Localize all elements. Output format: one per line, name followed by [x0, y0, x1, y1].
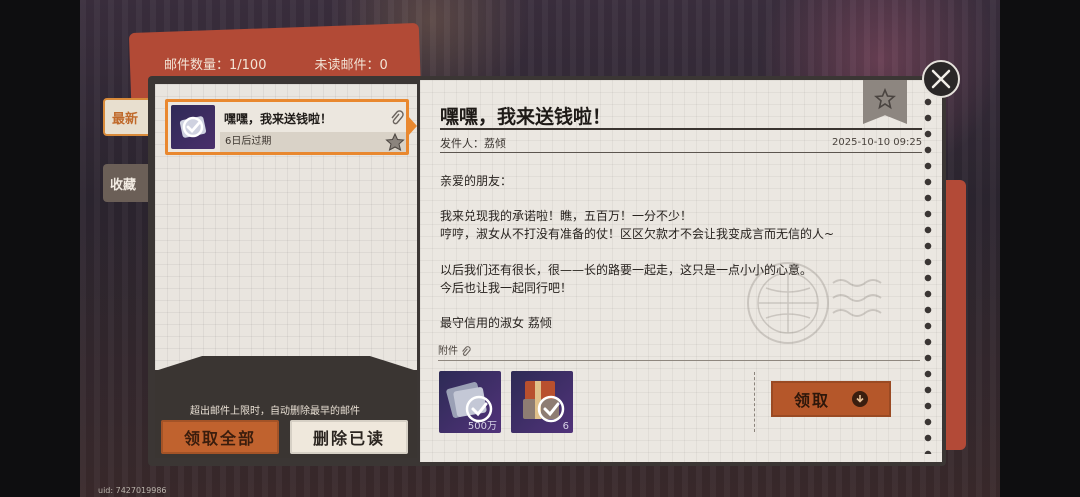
mail-list-item[interactable]: 嘿嘿，我来送钱啦！ 6日后过期 [165, 99, 417, 155]
letter-title: 嘿嘿，我来送钱啦！ [440, 106, 612, 128]
attachment-divider [438, 360, 920, 361]
attachment-separator [754, 372, 755, 432]
letter-signature: 最守信用的淑女 荔倾 [440, 316, 552, 330]
attachment-item-crate[interactable]: 6 [511, 371, 573, 433]
folder-edge [944, 180, 966, 450]
letter-greeting: 亲爱的朋友： [440, 174, 513, 188]
star-favorite-icon[interactable] [384, 132, 406, 152]
paperclip-icon [391, 110, 404, 125]
sender-divider [440, 152, 922, 153]
paperclip-icon [462, 345, 471, 356]
unread-count-label: 未读邮件：0 [314, 57, 388, 73]
mail-limit-notice: 超出邮件上限时，自动删除最早的邮件 [190, 406, 360, 417]
claim-button-label: 领取 [793, 391, 830, 410]
postmark-stamp-icon [747, 262, 882, 344]
letterbox-right [1000, 0, 1080, 497]
letter-line: 哼哼，淑女从不打没有准备的仗！区区欠款才不会让我变成言而无信的人~ [440, 227, 835, 241]
user-id: uid: 7427019986 [98, 486, 167, 495]
mail-item-title: 嘿嘿，我来送钱啦！ [224, 112, 333, 126]
letter-line: 我来兑现我的承诺啦！瞧，五百万！一分不少！ [440, 209, 693, 223]
claim-button[interactable]: 领取 [771, 381, 891, 417]
letter-line: 今后也让我一起同行吧！ [440, 281, 573, 295]
attachment-count: 500万 [467, 421, 497, 432]
attachment-count: 6 [562, 421, 569, 432]
perforation-holes [923, 94, 933, 454]
close-button[interactable] [922, 60, 960, 98]
letter-date: 2025-10-10 09:25 [832, 137, 923, 148]
attachment-label: 附件 [438, 342, 471, 357]
claim-all-button[interactable]: 领取全部 [161, 420, 279, 454]
mail-count-label: 邮件数量：1/100 [164, 57, 267, 73]
download-arrow-icon [852, 391, 868, 407]
attachment-label-text: 附件 [438, 346, 458, 357]
delete-read-button[interactable]: 删除已读 [290, 420, 408, 454]
attachment-item-coins[interactable]: 500万 [439, 371, 501, 433]
letterbox-left [0, 0, 80, 497]
mailbox-header: 邮件数量：1/100 未读邮件：0 [150, 48, 420, 78]
mail-thumbnail-icon [171, 105, 215, 149]
mail-expiry: 6日后过期 [220, 132, 406, 152]
letter-sender: 发件人：荔倾 [440, 137, 506, 150]
title-divider [440, 128, 922, 130]
close-icon [931, 69, 951, 89]
